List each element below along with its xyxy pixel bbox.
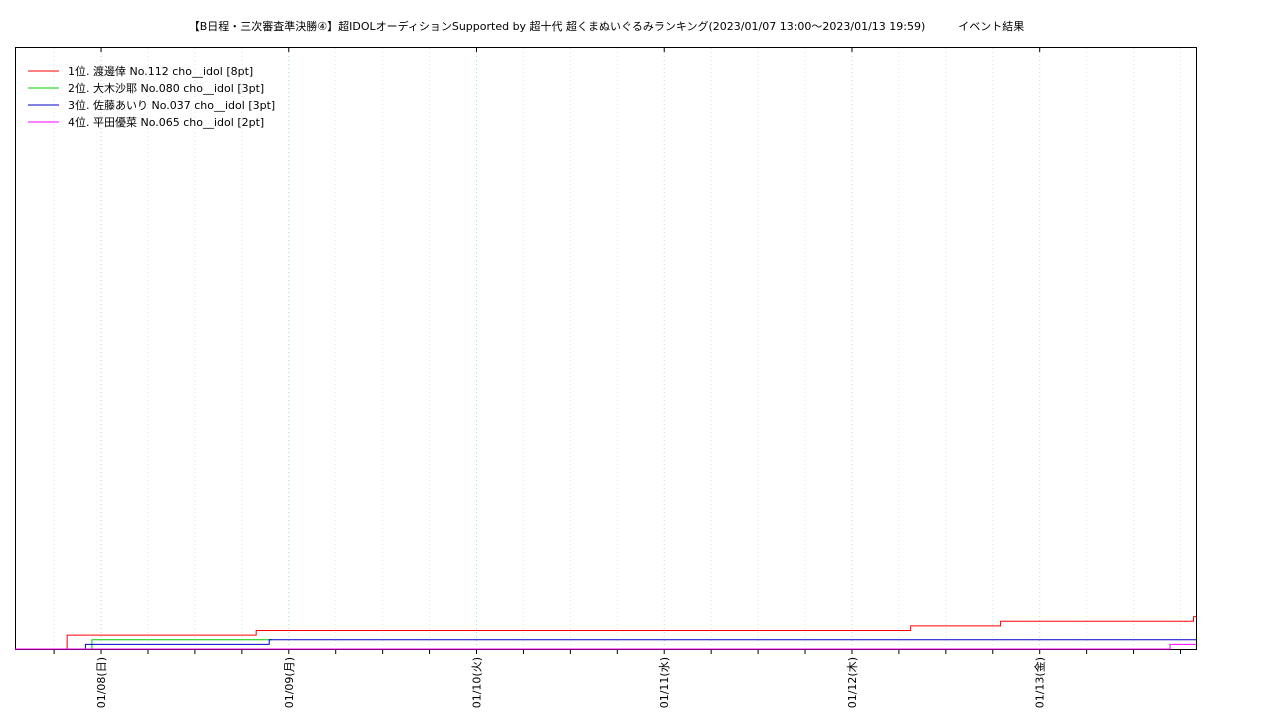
legend-label: 3位. 佐藤あいり No.037 cho__idol [3pt] — [68, 98, 275, 112]
x-axis-ticks: 01/08(日) 01/09(月) 01/10(火) 01/11(水) 01/12(木)… — [53, 47, 1181, 708]
x-tick-label: 01/08(日) — [95, 657, 108, 708]
x-tick-label: 01/10(火) — [471, 657, 484, 708]
x-tick-label: 01/11(水) — [658, 657, 671, 708]
series-line-4 — [15, 643, 1196, 650]
legend: 1位. 渡邊倖 No.112 cho__idol [8pt] 2位. 大木沙耶 N… — [28, 64, 275, 129]
plot-frame — [15, 47, 1197, 650]
x-tick-label: 01/12(木) — [846, 657, 859, 708]
x-tick-label: 01/09(月) — [283, 657, 296, 708]
series-line-3 — [15, 639, 1196, 650]
grid-lines — [53, 48, 1181, 648]
legend-label: 4位. 平田優菜 No.065 cho__idol [2pt] — [68, 115, 264, 129]
legend-label: 2位. 大木沙耶 No.080 cho__idol [3pt] — [68, 81, 264, 95]
chart-plot: 01/08(日) 01/09(月) 01/10(火) 01/11(水) 01/12(木)… — [15, 47, 1197, 708]
series-lines — [15, 616, 1196, 650]
x-tick-label: 01/13(金) — [1033, 657, 1047, 708]
legend-label: 1位. 渡邊倖 No.112 cho__idol [8pt] — [68, 64, 253, 78]
